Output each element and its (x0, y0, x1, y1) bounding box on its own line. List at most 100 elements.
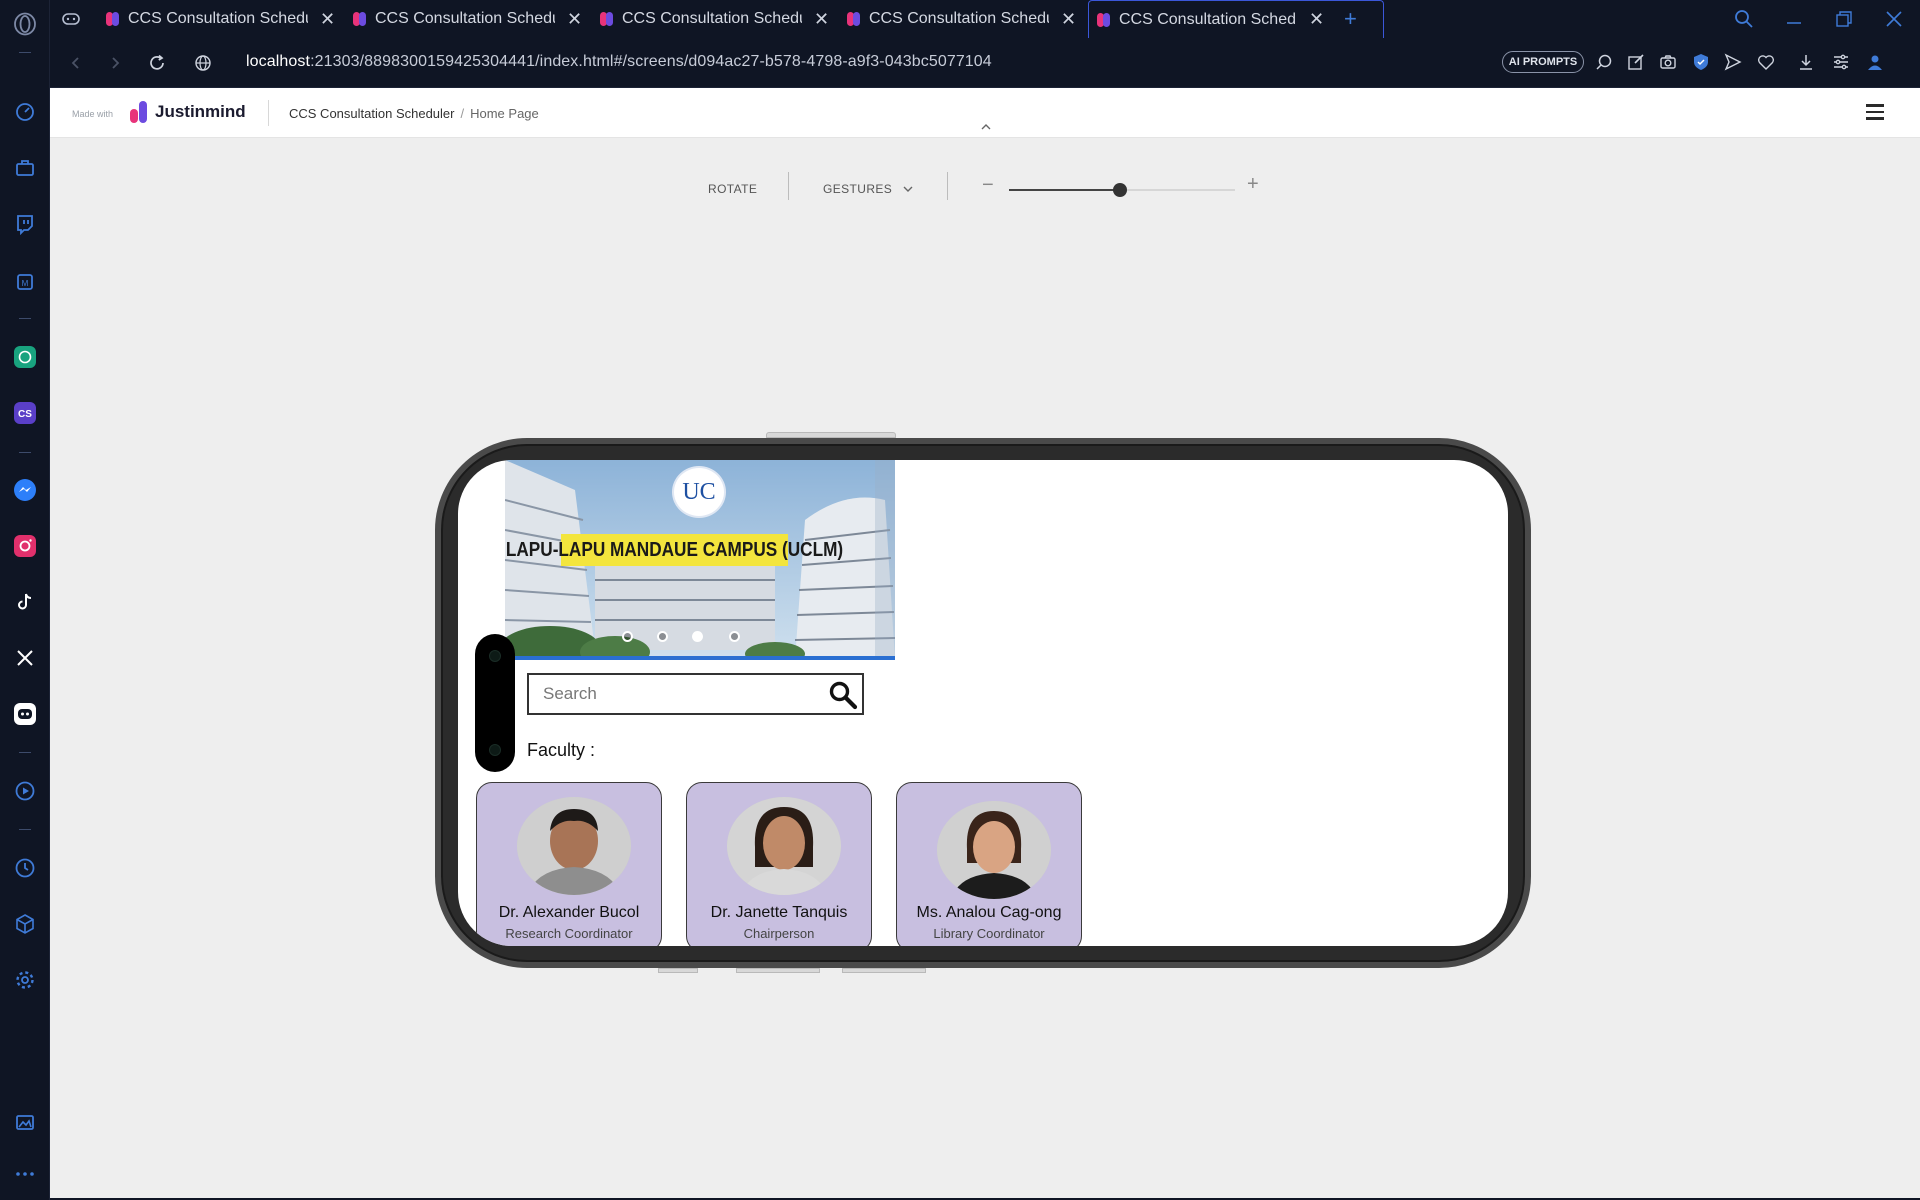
carousel-dot[interactable] (729, 631, 740, 642)
breadcrumb-current-page: Home Page (470, 106, 539, 121)
tab-title: CCS Consultation Scheduler (869, 10, 1049, 27)
close-tab-icon[interactable]: ✕ (814, 9, 829, 30)
minimize-window-icon[interactable] (1786, 0, 1802, 38)
address-bar: localhost:21303/8898300159425304441/inde… (50, 38, 1920, 88)
faculty-avatar (517, 797, 631, 895)
twitch-icon[interactable] (13, 212, 37, 236)
front-sensor-icon (489, 744, 501, 756)
new-tab-button[interactable]: + (1344, 0, 1368, 38)
discord-icon[interactable] (13, 702, 37, 726)
player-icon[interactable] (13, 779, 37, 803)
url-field[interactable]: localhost:21303/8898300159425304441/inde… (246, 53, 992, 71)
justinmind-favicon-icon (353, 11, 367, 27)
instagram-icon[interactable] (13, 534, 37, 558)
lens-search-icon[interactable] (1593, 51, 1615, 73)
profile-icon[interactable] (1864, 51, 1886, 73)
site-info-globe-icon[interactable] (191, 51, 215, 75)
messenger-icon[interactable] (13, 478, 37, 502)
breadcrumb-project[interactable]: CCS Consultation Scheduler (289, 106, 454, 121)
zoom-slider-fill (1009, 189, 1120, 191)
ai-chip-icon[interactable]: M (13, 270, 37, 294)
faculty-card[interactable]: Dr. Janette Tanquis Chairperson (686, 782, 872, 946)
close-tab-icon[interactable]: ✕ (1061, 9, 1076, 30)
faculty-card[interactable]: Dr. Alexander Bucol Research Coordinator (476, 782, 662, 946)
svg-text:CS: CS (18, 409, 32, 420)
gallery-icon[interactable] (13, 1110, 37, 1134)
url-host: localhost (246, 53, 311, 70)
gestures-dropdown[interactable]: GESTURES (823, 182, 914, 196)
shield-icon[interactable] (1690, 51, 1712, 73)
zoom-slider[interactable] (1009, 183, 1235, 197)
carousel-dot[interactable] (657, 631, 668, 642)
phone-volume-button (658, 968, 698, 973)
faculty-avatar (937, 801, 1051, 899)
logo-text: Justinmind (155, 102, 246, 121)
collapse-header-chevron-icon[interactable] (979, 120, 993, 134)
justinmind-favicon-icon (106, 11, 120, 27)
gaming-icon[interactable] (62, 0, 92, 38)
download-icon[interactable] (1795, 51, 1817, 73)
browser-tab[interactable]: CCS Consultation Scheduler ✕ (847, 0, 1093, 38)
zoom-out-button[interactable]: − (982, 174, 994, 197)
svg-text:M: M (22, 279, 29, 288)
history-icon[interactable] (13, 856, 37, 880)
faculty-name: Dr. Alexander Bucol (498, 904, 640, 921)
edit-icon[interactable] (1625, 51, 1647, 73)
tiktok-icon[interactable] (13, 590, 37, 614)
close-window-icon[interactable] (1886, 0, 1902, 38)
easy-setup-icon[interactable] (1830, 51, 1852, 73)
url-path: :21303/8898300159425304441/index.html#/s… (310, 53, 992, 70)
faculty-card[interactable]: Ms. Analou Cag-ong Library Coordinator (896, 782, 1082, 946)
forward-icon[interactable] (103, 51, 127, 75)
close-tab-icon[interactable]: ✕ (1309, 9, 1324, 30)
phone-volume-button (736, 968, 820, 973)
tab-bar: CCS Consultation Scheduler ✕ CCS Consult… (50, 0, 1920, 38)
menu-icon[interactable] (1866, 104, 1884, 120)
zoom-slider-thumb[interactable] (1112, 183, 1127, 197)
send-icon[interactable] (1722, 51, 1744, 73)
cs-app-icon[interactable]: CS (13, 401, 37, 425)
rotate-button[interactable]: ROTATE (708, 182, 757, 196)
restore-window-icon[interactable] (1836, 0, 1852, 38)
browser-tab[interactable]: CCS Consultation Scheduler ✕ (600, 0, 846, 38)
carousel-dot[interactable] (622, 631, 633, 642)
made-with-label: Made with (72, 109, 114, 119)
back-icon[interactable] (64, 51, 88, 75)
speed-dial-icon[interactable] (13, 100, 37, 124)
close-tab-icon[interactable]: ✕ (567, 9, 582, 30)
front-camera-icon (489, 650, 501, 662)
carousel-dot-active[interactable] (692, 631, 703, 642)
faculty-role: Research Coordinator (505, 926, 633, 941)
close-tab-icon[interactable]: ✕ (320, 9, 335, 30)
ai-prompts-button[interactable]: AI PROMPTS (1502, 51, 1584, 73)
phone-volume-button (842, 968, 926, 973)
cube-icon[interactable] (13, 912, 37, 936)
zoom-in-button[interactable]: + (1247, 173, 1259, 196)
faculty-name: Ms. Analou Cag-ong (916, 904, 1062, 921)
settings-icon[interactable] (13, 968, 37, 992)
campus-carousel[interactable]: UC LAPU-LAPU MANDAUE CAMPUS (UCLM) (505, 460, 895, 660)
chevron-down-icon (903, 186, 913, 192)
search-icon[interactable] (828, 680, 858, 710)
breadcrumb: CCS Consultation Scheduler / Home Page (289, 106, 539, 121)
simulator-controls: ROTATE GESTURES − + (50, 168, 1920, 208)
tab-search-icon[interactable] (1734, 0, 1754, 38)
control-divider (788, 172, 789, 200)
browser-tab-active[interactable]: CCS Consultation Scheduler ✕ (1088, 0, 1384, 38)
search-input[interactable] (543, 684, 803, 704)
chatgpt-icon[interactable] (13, 345, 37, 369)
browser-tab[interactable]: CCS Consultation Scheduler ✕ (106, 0, 352, 38)
briefcase-icon[interactable] (13, 156, 37, 180)
faculty-avatar (727, 797, 841, 895)
browser-tab[interactable]: CCS Consultation Scheduler ✕ (353, 0, 599, 38)
opera-logo-icon[interactable] (13, 12, 37, 36)
camera-icon[interactable] (1657, 51, 1679, 73)
more-icon[interactable] (13, 1162, 37, 1186)
justinmind-logo[interactable]: Justinmind (129, 100, 246, 124)
heart-icon[interactable] (1755, 51, 1777, 73)
reload-icon[interactable] (145, 51, 169, 75)
uc-logo-text: UC (682, 479, 716, 505)
x-icon[interactable] (13, 646, 37, 670)
justinmind-favicon-icon (1097, 12, 1111, 28)
browser-sidebar: M CS (0, 0, 50, 1200)
